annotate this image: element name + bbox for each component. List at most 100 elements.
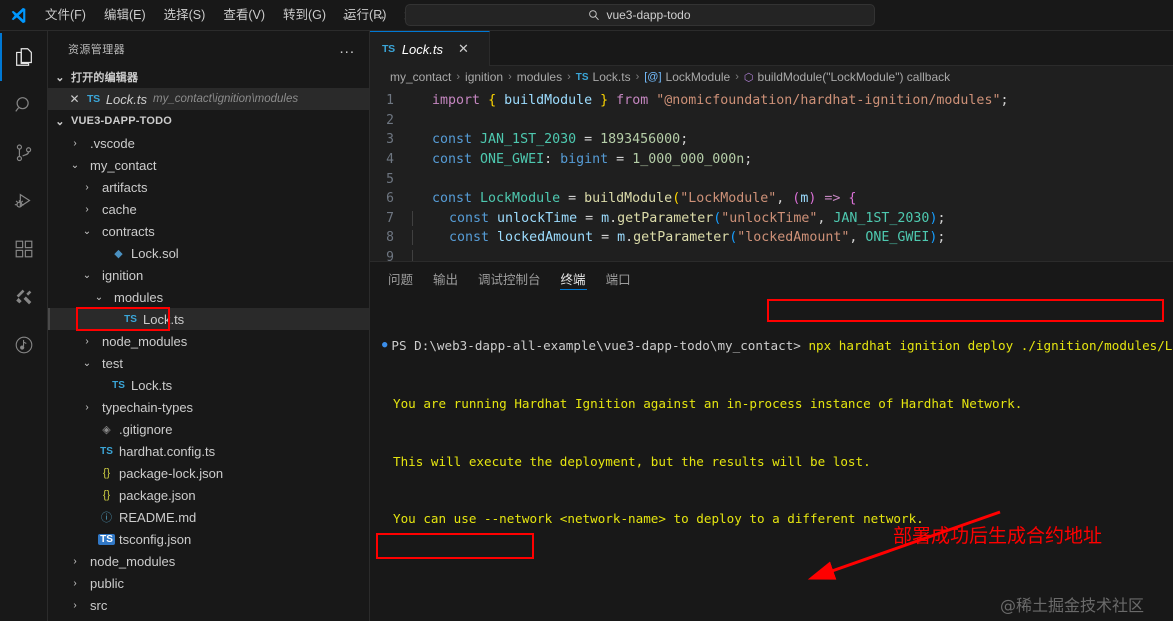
- terminal-output[interactable]: ● PS D:\web3-dapp-all-example\vue3-dapp-t…: [370, 294, 1173, 621]
- tree-item-label: README.md: [119, 509, 197, 525]
- arrow-right-icon[interactable]: →: [371, 7, 389, 24]
- more-actions-icon[interactable]: ...: [339, 40, 361, 57]
- tree-item-hardhat-config-ts[interactable]: TS hardhat.config.ts: [48, 440, 369, 462]
- tree-item-readme-md[interactable]: ⓘ README.md: [48, 506, 369, 528]
- vscode-window: 文件(F) 编辑(E) 选择(S) 查看(V) 转到(G) 运行(R) 终端(T…: [0, 0, 1173, 621]
- panel-tab-label: 输出: [433, 272, 459, 287]
- breadcrumb-label: ignition: [465, 70, 504, 84]
- chevron-right-icon: ›: [85, 181, 89, 193]
- activity-source-control[interactable]: [0, 129, 48, 177]
- tree-item-vscode[interactable]: › .vscode: [48, 132, 369, 154]
- tsconf-file-icon: TS: [98, 533, 115, 545]
- tree-item-tsconfig-json[interactable]: TS tsconfig.json: [48, 528, 369, 550]
- workspace-section-header[interactable]: ⌄ VUE3-DAPP-TODO: [48, 110, 369, 132]
- token-string: "lockedAmount": [737, 230, 850, 246]
- activity-run-debug[interactable]: [0, 177, 48, 225]
- tree-item-modules[interactable]: ⌄ modules: [48, 286, 369, 308]
- breadcrumb-item-my-contact[interactable]: my_contact: [390, 70, 451, 84]
- activity-testing[interactable]: [0, 321, 48, 369]
- tree-item-my-contact[interactable]: ⌄ my_contact: [48, 154, 369, 176]
- chevron-down-icon: ⌄: [94, 291, 104, 303]
- breadcrumb-separator: ›: [567, 71, 571, 83]
- tree-item-label: ignition: [102, 267, 144, 283]
- token-punct: :: [544, 152, 561, 168]
- breadcrumb-item-ignition[interactable]: ignition: [465, 70, 503, 84]
- tree-item-node-modules[interactable]: › node_modules: [48, 330, 369, 352]
- token-paren: (: [672, 191, 681, 207]
- tree-item-contracts[interactable]: ⌄ contracts: [48, 220, 369, 242]
- tree-item-label: node_modules: [102, 333, 188, 349]
- menu-selection[interactable]: 选择(S): [155, 4, 215, 26]
- code-text: [412, 250, 441, 261]
- tree-item-cache[interactable]: › cache: [48, 198, 369, 220]
- chevron-down-icon: ⌄: [55, 115, 65, 128]
- menu-view[interactable]: 查看(V): [214, 4, 274, 26]
- panel-tab-problems[interactable]: 问题: [378, 262, 423, 294]
- panel-tab-output[interactable]: 输出: [423, 262, 468, 294]
- tree-item-lock-sol[interactable]: ◆ Lock.sol: [48, 242, 369, 264]
- open-editor-item-lock-ts[interactable]: ✕ TS Lock.ts my_contact\ignition\modules: [48, 88, 369, 110]
- tree-item-gitignore[interactable]: ◈ .gitignore: [48, 418, 369, 440]
- token-function: getParameter: [617, 210, 714, 226]
- token-operator: =: [601, 230, 618, 246]
- breadcrumb-item-lock-ts[interactable]: TS Lock.ts: [576, 70, 631, 84]
- tree-item-lock-ts[interactable]: TS Lock.ts: [48, 308, 369, 330]
- activity-remote[interactable]: [0, 273, 48, 321]
- close-icon[interactable]: ✕: [458, 41, 469, 57]
- typescript-file-icon: TS: [87, 93, 100, 105]
- breadcrumb-item-lockmodule[interactable]: [@] LockModule: [644, 70, 730, 84]
- tree-item-package-json[interactable]: {} package.json: [48, 484, 369, 506]
- token-punct: ;: [937, 230, 946, 246]
- tree-item-package-lock-json[interactable]: {} package-lock.json: [48, 462, 369, 484]
- close-icon[interactable]: ✕: [68, 92, 81, 106]
- panel-tab-debug-console[interactable]: 调试控制台: [468, 262, 551, 294]
- menu-file[interactable]: 文件(F): [36, 4, 95, 26]
- open-editors-section-header[interactable]: ⌄ 打开的编辑器: [48, 66, 369, 88]
- code-line-4: 4 const ONE_GWEI: bigint = 1_000_000_000…: [370, 150, 1173, 170]
- tree-item-test[interactable]: ⌄ test: [48, 352, 369, 374]
- breadcrumb-label: modules: [516, 70, 563, 84]
- token-function: getParameter: [633, 230, 730, 246]
- token-punct: ;: [1000, 93, 1009, 109]
- chevron-right-icon: ›: [73, 577, 77, 589]
- panel-tab-ports[interactable]: 端口: [596, 262, 641, 294]
- tree-item-label: artifacts: [102, 179, 148, 195]
- chevron-down-icon: ⌄: [82, 357, 92, 369]
- breadcrumb-item-modules[interactable]: modules: [517, 70, 562, 84]
- editor-area: TS Lock.ts ✕ my_contact › ignition › modules…: [370, 31, 1173, 621]
- tree-item-typechain-types[interactable]: › typechain-types: [48, 396, 369, 418]
- tab-lock-ts[interactable]: TS Lock.ts ✕: [370, 31, 490, 66]
- menu-go[interactable]: 转到(G): [274, 4, 335, 26]
- chevron-right-icon: ›: [73, 137, 77, 149]
- panel-tab-terminal[interactable]: 终端: [551, 262, 596, 294]
- tree-item-src[interactable]: › src: [48, 594, 369, 616]
- code-text: const JAN_1ST_2030 = 1893456000;: [412, 132, 688, 147]
- code-line-6: 6 const LockModule = buildModule("LockMo…: [370, 189, 1173, 209]
- line-number: 3: [386, 132, 394, 148]
- line-number: 7: [386, 210, 394, 226]
- menu-edit[interactable]: 编辑(E): [95, 4, 155, 26]
- token-import: import: [432, 93, 481, 109]
- activity-explorer[interactable]: [0, 33, 48, 81]
- arrow-left-icon[interactable]: ←: [339, 7, 357, 24]
- tree-item-label: Lock.ts: [131, 377, 173, 393]
- code-line-3: 3 const JAN_1ST_2030 = 1893456000;: [370, 130, 1173, 150]
- tree-item-ignition[interactable]: ⌄ ignition: [48, 264, 369, 286]
- breadcrumb-separator: ›: [508, 71, 512, 83]
- json-file-icon: {}: [102, 467, 111, 479]
- token-operator: =: [585, 210, 602, 226]
- tree-item-public[interactable]: › public: [48, 572, 369, 594]
- breadcrumb-item-buildmodule[interactable]: ⬡ buildModule("LockModule") callback: [744, 70, 950, 84]
- tree-item-node-modules[interactable]: › node_modules: [48, 550, 369, 572]
- tree-item-artifacts[interactable]: › artifacts: [48, 176, 369, 198]
- activity-extensions[interactable]: [0, 225, 48, 273]
- search-icon: [588, 9, 600, 21]
- token-param: m: [617, 230, 626, 246]
- code-editor[interactable]: 1 import { buildModule } from "@nomicfou…: [370, 88, 1173, 261]
- tree-item-label: package.json: [119, 487, 196, 503]
- activity-search[interactable]: [0, 81, 48, 129]
- tree-item-lock-ts[interactable]: TS Lock.ts: [48, 374, 369, 396]
- token-const: const: [449, 210, 490, 226]
- tree-item-label: .gitignore: [119, 421, 173, 437]
- quick-input-bar[interactable]: vue3-dapp-todo: [404, 4, 875, 26]
